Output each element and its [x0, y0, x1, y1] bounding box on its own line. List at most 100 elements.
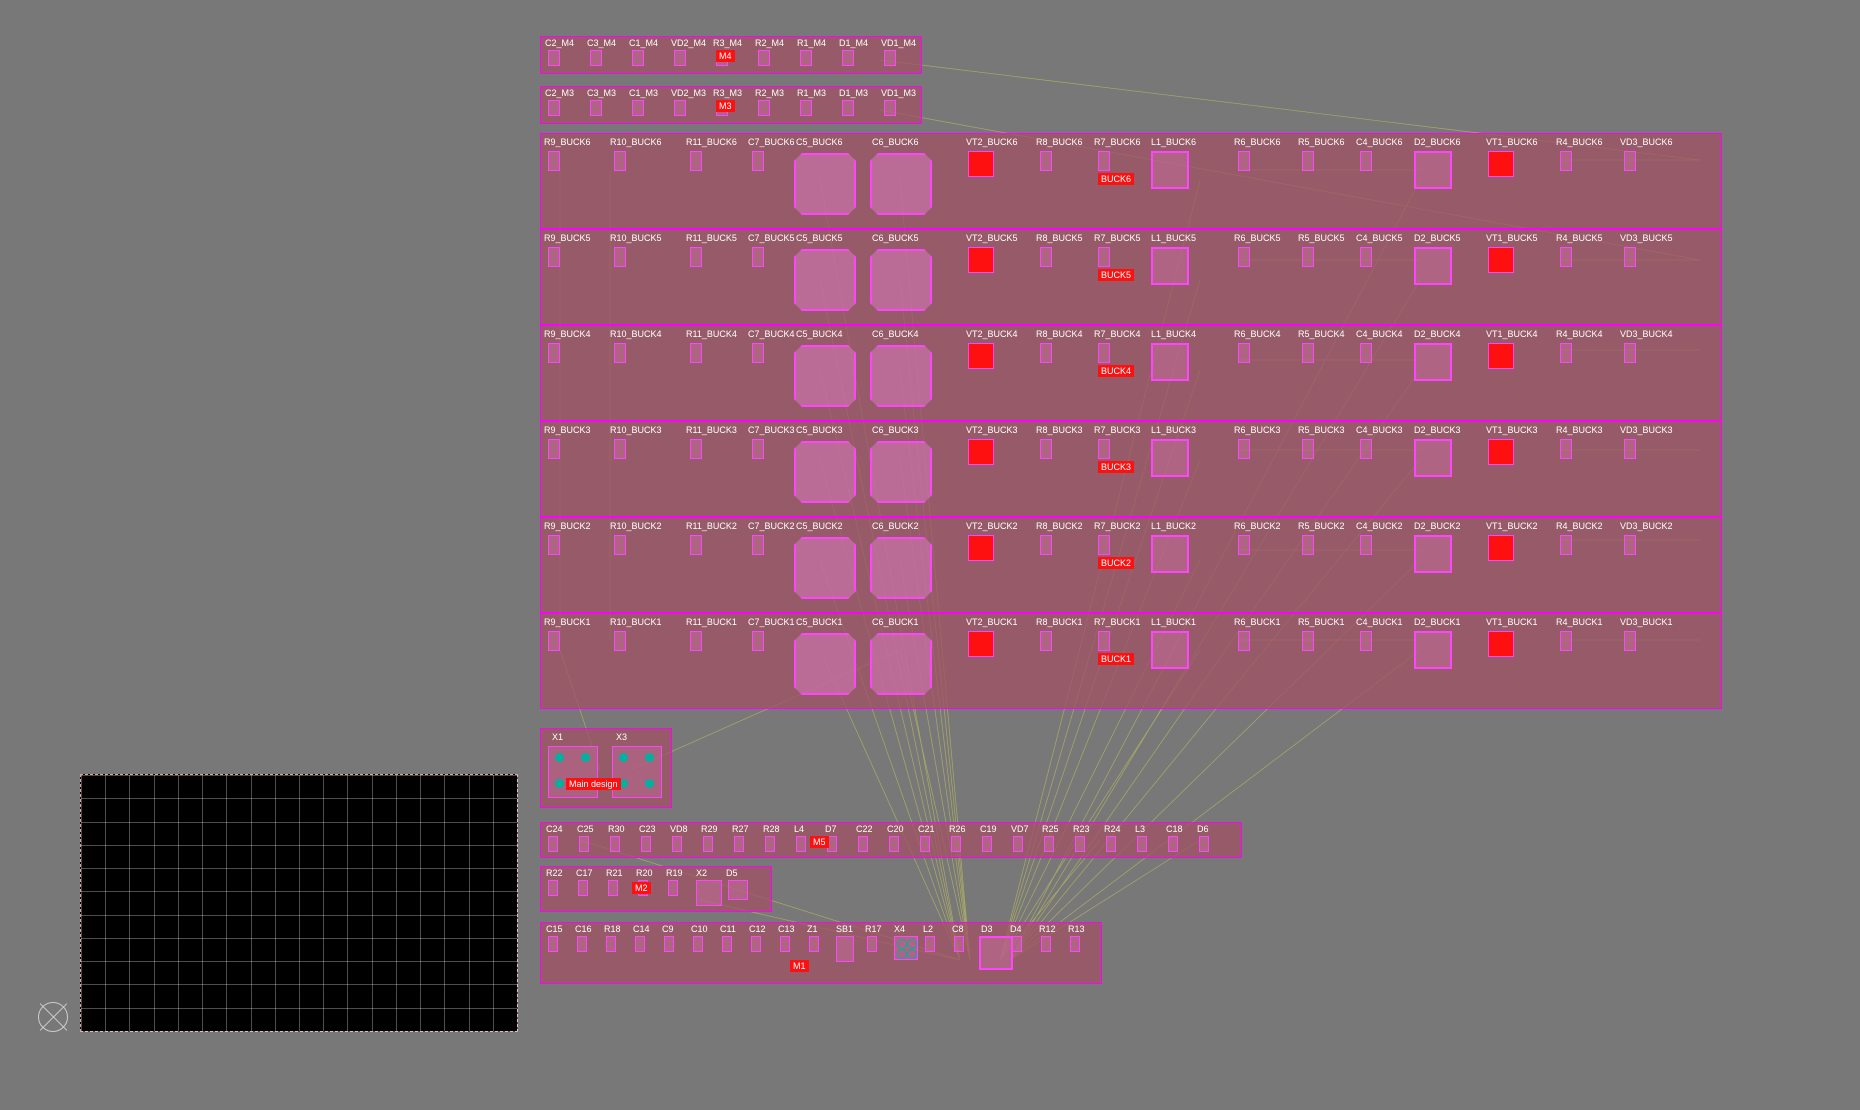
component-C20[interactable]	[889, 836, 899, 852]
component-R26[interactable]	[951, 836, 961, 852]
component-VD8[interactable]	[672, 836, 682, 852]
component-R6_BUCK6[interactable]	[1238, 151, 1250, 171]
component-C8[interactable]	[954, 936, 964, 952]
component-R1_M4[interactable]	[800, 50, 812, 66]
room-buck3[interactable]	[540, 421, 1722, 517]
component-L3[interactable]	[1137, 836, 1147, 852]
component-D3[interactable]	[979, 936, 1013, 970]
component-R30[interactable]	[610, 836, 620, 852]
component-R12[interactable]	[1041, 936, 1051, 952]
component-R18[interactable]	[606, 936, 616, 952]
component-D2_BUCK6[interactable]	[1414, 151, 1452, 189]
component-R7_BUCK6[interactable]	[1098, 151, 1110, 171]
component-R20[interactable]	[638, 880, 648, 896]
board-outline[interactable]	[80, 774, 518, 1032]
component-VT2_BUCK1[interactable]	[968, 631, 994, 657]
room-m1[interactable]	[540, 922, 1102, 984]
component-R5_BUCK2[interactable]	[1302, 535, 1314, 555]
component-L1_BUCK6[interactable]	[1151, 151, 1189, 189]
component-C5_BUCK5[interactable]	[794, 249, 856, 311]
component-R10_BUCK5[interactable]	[614, 247, 626, 267]
component-R10_BUCK1[interactable]	[614, 631, 626, 651]
component-R7_BUCK2[interactable]	[1098, 535, 1110, 555]
component-R9_BUCK3[interactable]	[548, 439, 560, 459]
component-R11_BUCK6[interactable]	[690, 151, 702, 171]
component-C5_BUCK6[interactable]	[794, 153, 856, 215]
component-C13[interactable]	[780, 936, 790, 952]
component-C6_BUCK6[interactable]	[870, 153, 932, 215]
room-buck6[interactable]	[540, 133, 1722, 229]
component-R6_BUCK4[interactable]	[1238, 343, 1250, 363]
component-X4[interactable]	[894, 936, 918, 960]
component-D2_BUCK5[interactable]	[1414, 247, 1452, 285]
component-R2_M3[interactable]	[758, 100, 770, 116]
component-C4_BUCK5[interactable]	[1360, 247, 1372, 267]
room-buck2[interactable]	[540, 517, 1722, 613]
component-R5_BUCK1[interactable]	[1302, 631, 1314, 651]
component-VT1_BUCK6[interactable]	[1488, 151, 1514, 177]
component-C6_BUCK1[interactable]	[870, 633, 932, 695]
component-C7_BUCK2[interactable]	[752, 535, 764, 555]
component-R6_BUCK3[interactable]	[1238, 439, 1250, 459]
room-buck5[interactable]	[540, 229, 1722, 325]
component-VD2_M3[interactable]	[674, 100, 686, 116]
component-C2_M4[interactable]	[548, 50, 560, 66]
component-L1_BUCK2[interactable]	[1151, 535, 1189, 573]
component-L1_BUCK5[interactable]	[1151, 247, 1189, 285]
component-R3_M4[interactable]	[716, 50, 728, 66]
component-C21[interactable]	[920, 836, 930, 852]
component-R4_BUCK3[interactable]	[1560, 439, 1572, 459]
component-VT2_BUCK3[interactable]	[968, 439, 994, 465]
component-R7_BUCK3[interactable]	[1098, 439, 1110, 459]
room-buck1[interactable]	[540, 613, 1722, 709]
component-C12[interactable]	[751, 936, 761, 952]
component-VT2_BUCK5[interactable]	[968, 247, 994, 273]
component-R25[interactable]	[1044, 836, 1054, 852]
component-C5_BUCK4[interactable]	[794, 345, 856, 407]
component-C18[interactable]	[1168, 836, 1178, 852]
component-C16[interactable]	[577, 936, 587, 952]
component-C19[interactable]	[982, 836, 992, 852]
component-C7_BUCK4[interactable]	[752, 343, 764, 363]
component-R10_BUCK4[interactable]	[614, 343, 626, 363]
component-C11[interactable]	[722, 936, 732, 952]
component-R11_BUCK4[interactable]	[690, 343, 702, 363]
component-R23[interactable]	[1075, 836, 1085, 852]
component-VD2_M4[interactable]	[674, 50, 686, 66]
component-R10_BUCK3[interactable]	[614, 439, 626, 459]
component-VT1_BUCK5[interactable]	[1488, 247, 1514, 273]
component-X1[interactable]	[548, 746, 598, 798]
component-R22[interactable]	[548, 880, 558, 896]
component-VD1_M3[interactable]	[884, 100, 896, 116]
component-R29[interactable]	[703, 836, 713, 852]
component-C14[interactable]	[635, 936, 645, 952]
component-R7_BUCK4[interactable]	[1098, 343, 1110, 363]
component-VT1_BUCK4[interactable]	[1488, 343, 1514, 369]
component-R3_M3[interactable]	[716, 100, 728, 116]
component-R24[interactable]	[1106, 836, 1116, 852]
component-X3[interactable]	[612, 746, 662, 798]
component-VT1_BUCK1[interactable]	[1488, 631, 1514, 657]
component-R6_BUCK2[interactable]	[1238, 535, 1250, 555]
component-R8_BUCK4[interactable]	[1040, 343, 1052, 363]
component-C4_BUCK3[interactable]	[1360, 439, 1372, 459]
component-VT2_BUCK6[interactable]	[968, 151, 994, 177]
component-R8_BUCK6[interactable]	[1040, 151, 1052, 171]
component-R13[interactable]	[1070, 936, 1080, 952]
component-C7_BUCK6[interactable]	[752, 151, 764, 171]
component-R11_BUCK3[interactable]	[690, 439, 702, 459]
component-C2_M3[interactable]	[548, 100, 560, 116]
component-C3_M4[interactable]	[590, 50, 602, 66]
component-VT1_BUCK3[interactable]	[1488, 439, 1514, 465]
component-R2_M4[interactable]	[758, 50, 770, 66]
component-C7_BUCK3[interactable]	[752, 439, 764, 459]
component-D2_BUCK1[interactable]	[1414, 631, 1452, 669]
component-R7_BUCK5[interactable]	[1098, 247, 1110, 267]
component-C4_BUCK2[interactable]	[1360, 535, 1372, 555]
room-buck4[interactable]	[540, 325, 1722, 421]
component-L4[interactable]	[796, 836, 806, 852]
component-C1_M4[interactable]	[632, 50, 644, 66]
component-R11_BUCK5[interactable]	[690, 247, 702, 267]
component-R9_BUCK2[interactable]	[548, 535, 560, 555]
component-R11_BUCK1[interactable]	[690, 631, 702, 651]
